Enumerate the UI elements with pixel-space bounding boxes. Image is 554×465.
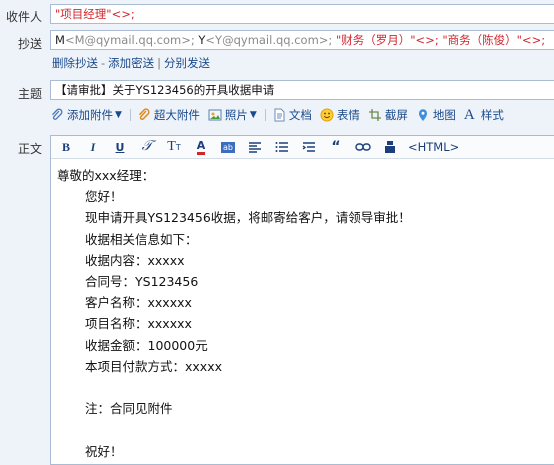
ordered-list-button[interactable] (273, 139, 291, 155)
photo-button[interactable]: 照片 ▼ (208, 107, 257, 123)
map-button[interactable]: 地图 (416, 107, 456, 123)
body-line: 您好！ (85, 189, 123, 205)
body-line: 项目名称：xxxxxx (85, 316, 192, 332)
cc-recipient-y[interactable]: Y<Y@qymail.qq.com>; (198, 33, 332, 47)
attachment-toolbar: 添加附件 ▼ 超大附件 照片 ▼ 文档 表情 截屏 地图 A 样式 (50, 106, 512, 124)
italic-button[interactable]: I (84, 139, 102, 155)
cc-links: 删除抄送 - 添加密送 | 分别发送 (52, 55, 210, 71)
background-color-button[interactable]: ab (219, 139, 237, 155)
cc-field[interactable]: M<M@qymail.qq.com>; Y<Y@qymail.qq.com>; … (50, 30, 554, 50)
link-separator: - (101, 56, 106, 70)
emoji-button[interactable]: 表情 (320, 107, 360, 123)
body-line: 现申请开具YS123456收据，将邮寄给客户，请领导审批！ (85, 210, 411, 226)
send-separately-link[interactable]: 分别发送 (164, 56, 210, 70)
link-separator: | (157, 56, 162, 70)
cc-recipient-m[interactable]: M<M@qymail.qq.com>; (55, 33, 195, 47)
to-field[interactable]: "项目经理"<>; (50, 4, 554, 24)
document-icon (272, 108, 286, 122)
style-button[interactable]: A 样式 (464, 107, 504, 123)
add-attachment-button[interactable]: 添加附件 ▼ (50, 107, 122, 123)
body-line: 收据金额：100000元 (85, 337, 208, 353)
quote-button[interactable]: “ (327, 139, 345, 155)
scissors-icon (368, 108, 382, 122)
to-label: 收件人 (5, 10, 42, 24)
greeting-line: 尊敬的xxx经理： (57, 168, 155, 183)
font-style-icon: A (463, 107, 475, 123)
note-line: 注：合同见附件 (85, 401, 173, 417)
body-line: 本项目付款方式：xxxxx (85, 358, 222, 374)
cc-label: 抄送 (17, 37, 42, 51)
body-line: 收据相关信息如下： (85, 231, 198, 247)
to-recipient[interactable]: "项目经理"<>; (55, 7, 135, 21)
font-size-button[interactable]: TT (165, 139, 183, 155)
subject-label: 主题 (17, 87, 42, 101)
bold-button[interactable]: B (57, 139, 75, 155)
delete-cc-link[interactable]: 删除抄送 (52, 56, 98, 70)
big-attachment-button[interactable]: 超大附件 (137, 107, 200, 123)
body-label: 正文 (17, 142, 42, 156)
body-line: 合同号：YS123456 (85, 274, 199, 290)
link-button[interactable] (354, 139, 372, 155)
subject-text[interactable]: 【请审批】关于YS123456的开具收据申请 (55, 83, 274, 97)
add-bcc-link[interactable]: 添加密送 (108, 56, 154, 70)
html-mode-button[interactable]: <HTML> (408, 139, 459, 155)
screenshot-button[interactable]: 截屏 (368, 107, 408, 123)
body-line: 客户名称：xxxxxx (85, 295, 192, 311)
body-line: 收据内容：xxxxx (85, 252, 185, 268)
font-family-button[interactable]: 𝒯 (138, 139, 156, 155)
big-paperclip-icon (137, 108, 151, 122)
cc-recipient-finance[interactable]: "财务（罗月）"<>; (336, 33, 439, 47)
clear-format-button[interactable] (381, 139, 399, 155)
email-body[interactable]: 尊敬的xxx经理： 您好！ 现申请开具YS123456收据，将邮寄给客户，请领导… (51, 159, 554, 462)
underline-button[interactable]: U (111, 139, 129, 155)
subject-field[interactable]: 【请审批】关于YS123456的开具收据申请 (50, 80, 554, 100)
smiley-icon (320, 108, 334, 122)
map-pin-icon (416, 108, 430, 122)
format-toolbar: B I U 𝒯 TT A ab “ <HTML> (51, 136, 554, 159)
photo-icon (208, 108, 222, 122)
paperclip-icon (50, 108, 64, 122)
align-button[interactable] (246, 139, 264, 155)
closing-line: 祝好！ (85, 443, 123, 459)
font-color-button[interactable]: A (192, 139, 210, 155)
body-editor[interactable]: B I U 𝒯 TT A ab “ <HTML> 尊敬的xxx经理： 您好！ 现… (50, 135, 554, 465)
document-button[interactable]: 文档 (272, 107, 312, 123)
cc-recipient-business[interactable]: "商务（陈俊）"<>; (442, 33, 545, 47)
indent-button[interactable] (300, 139, 318, 155)
